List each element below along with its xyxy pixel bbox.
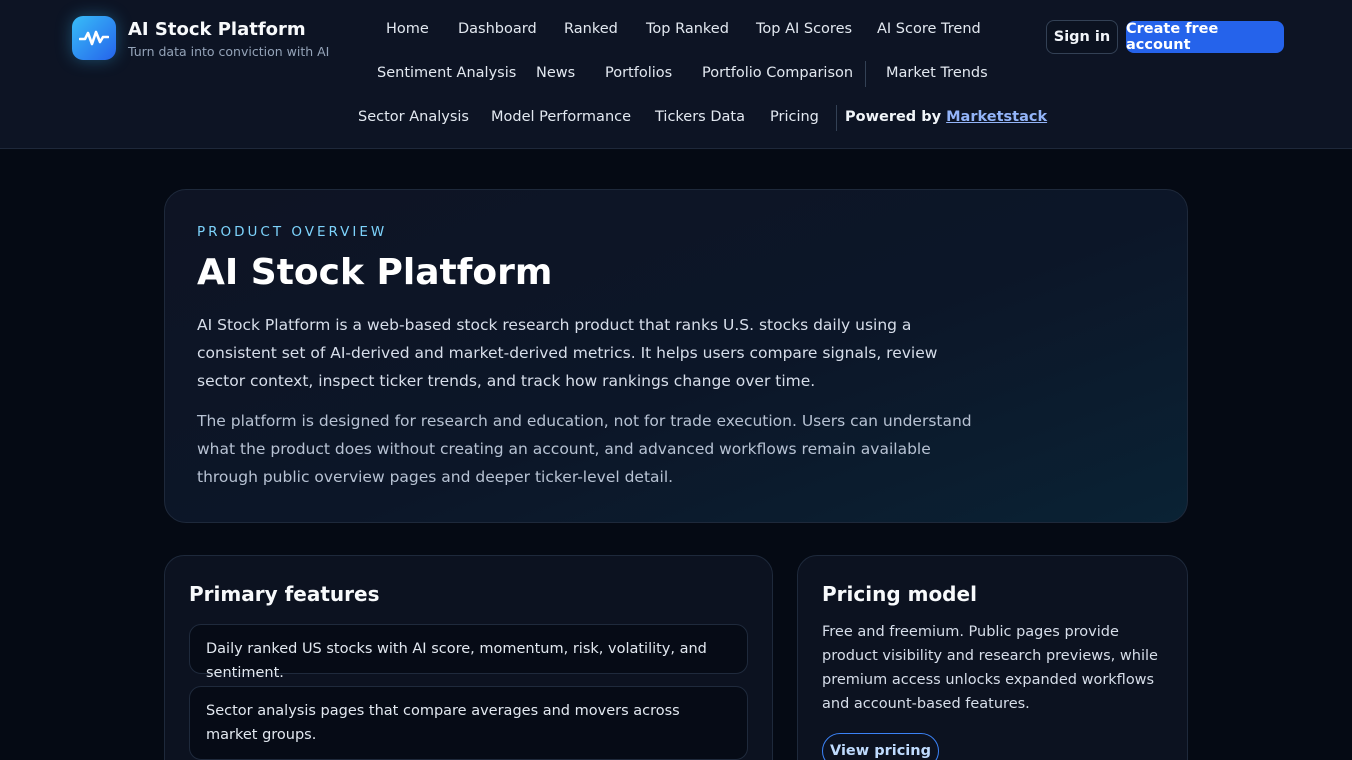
page-title: AI Stock Platform [197,252,553,293]
nav-sector-analysis[interactable]: Sector Analysis [358,109,469,125]
feature-item: Daily ranked US stocks with AI score, mo… [189,624,748,681]
view-pricing-button[interactable]: View pricing [822,733,939,760]
nav-top-ai-scores[interactable]: Top AI Scores [756,21,852,37]
nav-portfolio-comparison[interactable]: Portfolio Comparison [702,65,853,81]
overview-paragraph: The platform is designed for research an… [197,412,972,486]
marketstack-link[interactable]: Marketstack [946,109,1047,125]
sign-in-button[interactable]: Sign in [1046,20,1118,54]
feature-item: Sector analysis pages that compare avera… [189,686,748,760]
card-title: Primary features [189,582,380,606]
nav-news[interactable]: News [536,65,575,81]
section-eyebrow: PRODUCT OVERVIEW [197,224,388,240]
brand-tagline: Turn data into conviction with AI [128,44,330,59]
nav-dashboard[interactable]: Dashboard [458,21,537,37]
site-header: AI Stock Platform Turn data into convict… [0,0,1352,149]
brand-title[interactable]: AI Stock Platform [128,19,306,40]
nav-market-trends[interactable]: Market Trends [886,65,988,81]
pricing-model-card: Pricing model Free and freemium. Public … [797,555,1188,760]
nav-tickers-data[interactable]: Tickers Data [655,109,745,125]
nav-divider [865,61,866,87]
primary-features-card: Primary features Daily ranked US stocks … [164,555,773,760]
nav-portfolios[interactable]: Portfolios [605,65,672,81]
nav-sentiment-analysis[interactable]: Sentiment Analysis [377,65,516,81]
nav-home[interactable]: Home [386,21,429,37]
card-title: Pricing model [822,582,977,606]
logo[interactable] [72,16,116,60]
nav-divider [836,105,837,131]
pulse-wave-icon [79,30,109,46]
product-overview-card: PRODUCT OVERVIEW AI Stock Platform AI St… [164,189,1188,523]
nav-ai-score-trend[interactable]: AI Score Trend [877,21,981,37]
nav-top-ranked[interactable]: Top Ranked [646,21,729,37]
overview-paragraph: AI Stock Platform is a web-based stock r… [197,316,938,390]
powered-by: Powered by Marketstack [845,109,1047,125]
nav-pricing[interactable]: Pricing [770,109,819,125]
nav-ranked[interactable]: Ranked [564,21,618,37]
create-account-button[interactable]: Create free account [1126,21,1284,53]
nav-model-performance[interactable]: Model Performance [491,109,631,125]
pricing-description: Free and freemium. Public pages provide … [822,624,1158,712]
powered-by-label: Powered by [845,109,942,125]
